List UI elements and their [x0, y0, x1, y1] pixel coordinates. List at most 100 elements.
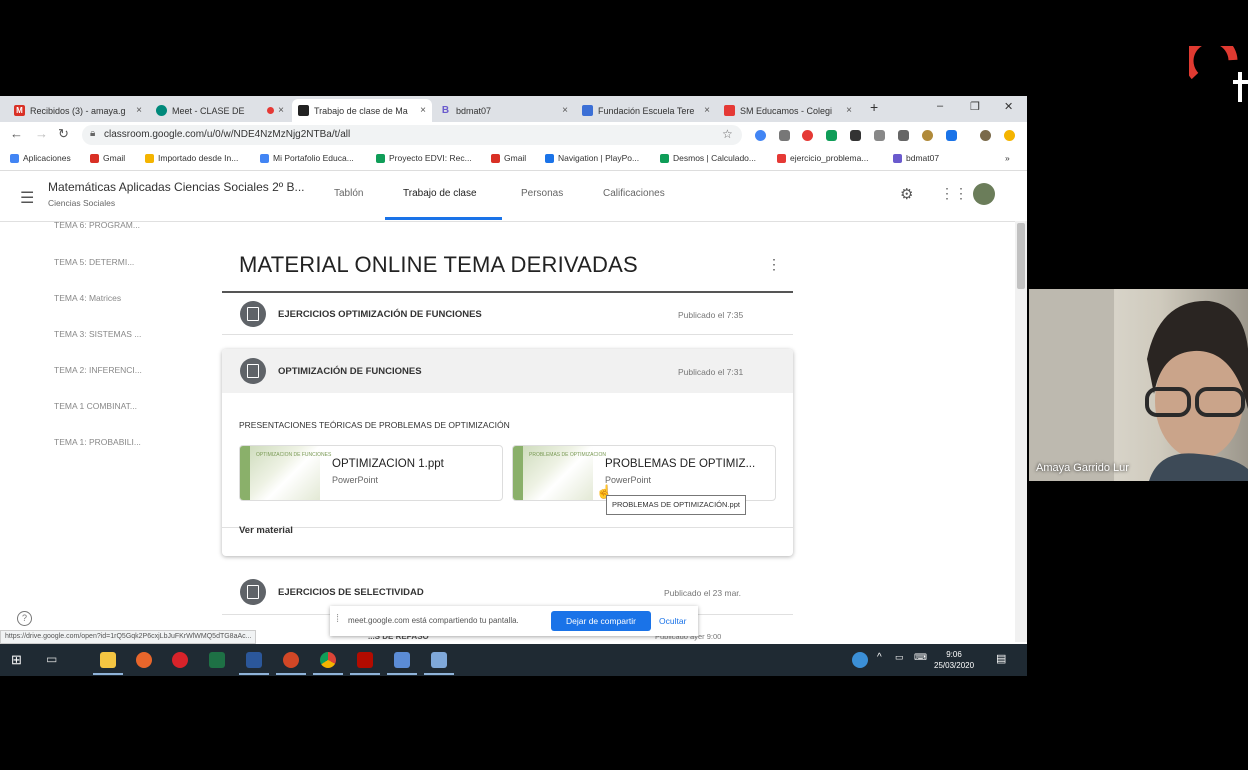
app-icon[interactable] [431, 652, 447, 668]
powerpoint-icon[interactable] [283, 652, 299, 668]
tab-tablon[interactable]: Tablón [334, 188, 363, 199]
opera-icon[interactable] [172, 652, 188, 668]
bookmark-item[interactable]: Importado desde In... [145, 153, 238, 163]
topic-item[interactable]: TEMA 1: PROBABILI... [54, 437, 141, 447]
topic-item[interactable]: TEMA 1 COMBINAT... [54, 401, 137, 411]
chrome-extension-icon[interactable] [755, 130, 766, 141]
page-scrollbar[interactable] [1015, 221, 1027, 642]
topic-item[interactable]: TEMA 3: SISTEMAS ... [54, 329, 141, 339]
extension-icon[interactable] [826, 130, 837, 141]
class-subtitle: Ciencias Sociales [48, 198, 116, 208]
card-divider [222, 527, 793, 528]
tab-personas[interactable]: Personas [521, 188, 563, 199]
bookmark-item[interactable]: Desmos | Calculado... [660, 153, 756, 163]
hamburger-menu-icon[interactable]: ☰ [20, 188, 34, 208]
close-icon[interactable]: × [420, 105, 426, 116]
topic-item[interactable]: TEMA 5: DETERMI... [54, 257, 134, 267]
bookmark-item[interactable]: Aplicaciones [10, 153, 71, 163]
extension-icon[interactable] [802, 130, 813, 141]
classwork-item-title[interactable]: EJERCICIOS DE SELECTIVIDAD [278, 587, 424, 598]
topic-item[interactable]: TEMA 4: Matrices [54, 293, 121, 303]
meet-icon [156, 105, 167, 116]
acrobat-icon[interactable] [357, 652, 373, 668]
app-icon[interactable] [394, 652, 410, 668]
minimize-icon[interactable]: – [937, 100, 943, 112]
topic-item[interactable]: TEMA 6: PROGRAM... [54, 220, 140, 230]
settings-gear-icon[interactable]: ⚙ [900, 185, 913, 203]
browser-tab-bdmat07[interactable]: B bdmat07 × [434, 99, 574, 122]
forward-icon[interactable]: → [35, 126, 48, 141]
menu-icon[interactable] [1004, 130, 1015, 141]
drag-handle-icon[interactable]: ⁞ [336, 613, 339, 625]
apps-icon [10, 153, 19, 163]
excel-icon[interactable] [209, 652, 225, 668]
browser-tab-sm-educamos[interactable]: SM Educamos - Colegi × [718, 99, 858, 122]
close-icon[interactable]: × [704, 105, 710, 116]
taskbar-clock[interactable]: 9:06 25/03/2020 [934, 649, 974, 671]
firefox-icon[interactable] [136, 652, 152, 668]
tab-calificaciones[interactable]: Calificaciones [603, 188, 665, 199]
help-icon[interactable]: ? [17, 611, 32, 626]
extension-icon[interactable] [779, 130, 790, 141]
avatar[interactable] [973, 183, 995, 205]
extension-icon[interactable] [874, 130, 885, 141]
broadcaster-logo [1189, 46, 1248, 102]
star-icon[interactable]: ☆ [722, 127, 733, 141]
attachment-card[interactable]: OPTIMIZACION DE FUNCIONES OPTIMIZACION 1… [239, 445, 503, 501]
notifications-icon[interactable]: ▤ [996, 652, 1006, 665]
hide-button[interactable]: Ocultar [659, 616, 686, 626]
browser-tab-gmail[interactable]: M Recibidos (3) - amaya.g × [8, 99, 148, 122]
windows-start-icon[interactable]: ⊞ [11, 652, 22, 668]
tab-trabajo-de-clase[interactable]: Trabajo de clase [403, 188, 477, 199]
keyboard-icon[interactable]: ⌨ [914, 652, 927, 663]
chevron-up-icon[interactable]: ^ [877, 652, 882, 663]
more-options-icon[interactable]: ⋮ [767, 256, 781, 273]
bookmark-item[interactable]: Proyecto EDVI: Rec... [376, 153, 472, 163]
attachment-type: PowerPoint [332, 475, 379, 485]
chrome-icon[interactable] [320, 652, 336, 668]
bookmark-item[interactable]: bdmat07 [893, 153, 939, 163]
scrollbar-thumb[interactable] [1017, 223, 1025, 289]
close-window-icon[interactable]: ✕ [1004, 100, 1013, 113]
extension-icon[interactable] [850, 130, 861, 141]
maximize-icon[interactable]: ❐ [970, 100, 980, 113]
back-icon[interactable]: ← [10, 126, 23, 141]
view-material-link[interactable]: Ver material [239, 525, 293, 536]
extension-icon[interactable] [922, 130, 933, 141]
page-icon [545, 153, 554, 163]
file-explorer-icon[interactable] [100, 652, 116, 668]
bookmark-item[interactable]: Gmail [491, 153, 526, 163]
close-icon[interactable]: × [278, 105, 284, 116]
reload-icon[interactable]: ↻ [58, 126, 69, 142]
new-tab-button[interactable]: + [870, 99, 878, 115]
tray-app-icon[interactable] [852, 652, 868, 668]
profile-avatar[interactable] [980, 130, 991, 141]
topic-item[interactable]: TEMA 2: INFERENCI... [54, 365, 142, 375]
browser-tab-meet[interactable]: Meet - CLASE DE × [150, 99, 290, 122]
network-icon[interactable]: ▭ [895, 652, 904, 663]
close-icon[interactable]: × [562, 105, 568, 116]
row-divider [222, 334, 793, 335]
browser-tab-fundacion[interactable]: Fundación Escuela Tere × [576, 99, 716, 122]
classwork-item-title[interactable]: OPTIMIZACIÓN DE FUNCIONES [278, 366, 422, 377]
grid-icon [582, 105, 593, 116]
bookmark-item[interactable]: ejercicio_problema... [777, 153, 868, 163]
word-icon[interactable] [246, 652, 262, 668]
classwork-item-title[interactable]: EJERCICIOS OPTIMIZACIÓN DE FUNCIONES [278, 309, 482, 320]
apps-grid-icon[interactable]: ⋮⋮ [940, 185, 968, 202]
attachment-card[interactable]: PROBLEMAS DE OPTIMIZACION PROBLEMAS DE O… [512, 445, 776, 501]
close-icon[interactable]: × [136, 105, 142, 116]
task-view-icon[interactable]: ▭ [46, 652, 57, 666]
more-bookmarks-icon[interactable]: » [1005, 153, 1010, 163]
topic-section-title: MATERIAL ONLINE TEMA DERIVADAS [239, 252, 638, 277]
extension-icon[interactable] [946, 130, 957, 141]
classroom-icon [298, 105, 309, 116]
bookmark-item[interactable]: Mi Portafolio Educa... [260, 153, 354, 163]
close-icon[interactable]: × [846, 105, 852, 116]
browser-tab-classroom[interactable]: Trabajo de clase de Ma × [292, 99, 432, 122]
extension-icon[interactable] [898, 130, 909, 141]
bookmark-item[interactable]: Gmail [90, 153, 125, 163]
bookmark-item[interactable]: Navigation | PlayPo... [545, 153, 639, 163]
stop-sharing-button[interactable]: Dejar de compartir [551, 611, 651, 631]
address-bar[interactable]: 🔒︎ classroom.google.com/u/0/w/NDE4NzMzNj… [82, 125, 742, 145]
